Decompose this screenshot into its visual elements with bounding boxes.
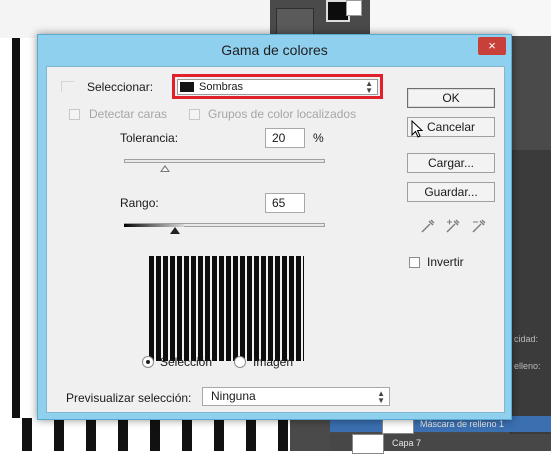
detect-faces-checkbox[interactable]: [69, 109, 80, 120]
close-button[interactable]: ×: [478, 37, 506, 55]
layer-name: Máscara de relleno 1: [420, 419, 505, 429]
select-dropdown[interactable]: Sombras ▲ ▼: [177, 79, 378, 95]
tolerance-unit: %: [313, 131, 324, 145]
selection-preview: [149, 256, 304, 361]
load-button[interactable]: Cargar...: [407, 153, 495, 173]
layer-thumbnail: [352, 434, 384, 454]
group-frame: [61, 81, 74, 92]
localized-groups-checkbox[interactable]: [189, 109, 200, 120]
eyedropper-minus-icon[interactable]: [470, 217, 488, 235]
detect-faces-label: Detectar caras: [89, 107, 168, 121]
selection-radio-label: Selección: [160, 355, 213, 369]
image-radio[interactable]: [234, 356, 246, 368]
fill-label: elleno:: [514, 361, 541, 371]
tolerance-label: Tolerancia:: [120, 131, 179, 145]
range-input[interactable]: 65: [265, 193, 305, 213]
save-button[interactable]: Guardar...: [407, 182, 495, 202]
options-bar: [370, 0, 551, 36]
color-range-dialog: Gama de colores × Seleccionar: Sombras ▲…: [37, 34, 512, 420]
ok-button[interactable]: OK: [407, 88, 495, 108]
properties-panel: cidad: elleno:: [510, 150, 551, 451]
localized-groups-label: Grupos de color localizados: [208, 107, 357, 121]
preview-label: Previsualizar selección:: [66, 391, 192, 405]
chevron-updown-icon: ▲ ▼: [377, 389, 385, 405]
invert-label: Invertir: [427, 255, 464, 269]
layer-row-capa[interactable]: Capa 7: [330, 434, 551, 454]
chevron-updown-icon: ▲ ▼: [365, 79, 373, 95]
preview-value: Ninguna: [211, 389, 256, 403]
eyedropper-icon[interactable]: [419, 217, 437, 235]
canvas-top-area: [0, 0, 270, 38]
invert-checkbox[interactable]: [409, 257, 420, 268]
tolerance-slider[interactable]: [124, 159, 325, 163]
image-radio-label: Imagen: [253, 355, 294, 369]
mouse-cursor-icon: [411, 119, 425, 140]
background-color-swatch[interactable]: [346, 0, 362, 16]
preview-dropdown[interactable]: Ninguna ▲ ▼: [202, 387, 390, 406]
tolerance-input[interactable]: 20: [265, 128, 305, 148]
layer-name: Capa 7: [392, 438, 422, 448]
eyedropper-plus-icon[interactable]: [444, 217, 462, 235]
range-label: Rango:: [120, 196, 159, 210]
range-slider-thumb[interactable]: [170, 227, 180, 234]
canvas-bottom-stripes: [0, 418, 290, 451]
color-swatch: [180, 82, 194, 92]
dialog-body: Seleccionar: Sombras ▲ ▼ Detectar caras G…: [46, 66, 505, 413]
select-label: Seleccionar:: [87, 80, 154, 94]
tolerance-slider-thumb[interactable]: [160, 165, 170, 172]
selection-radio[interactable]: [142, 356, 154, 368]
opacity-label: cidad:: [514, 334, 539, 344]
select-value: Sombras: [199, 81, 244, 93]
dialog-title: Gama de colores: [221, 42, 328, 58]
